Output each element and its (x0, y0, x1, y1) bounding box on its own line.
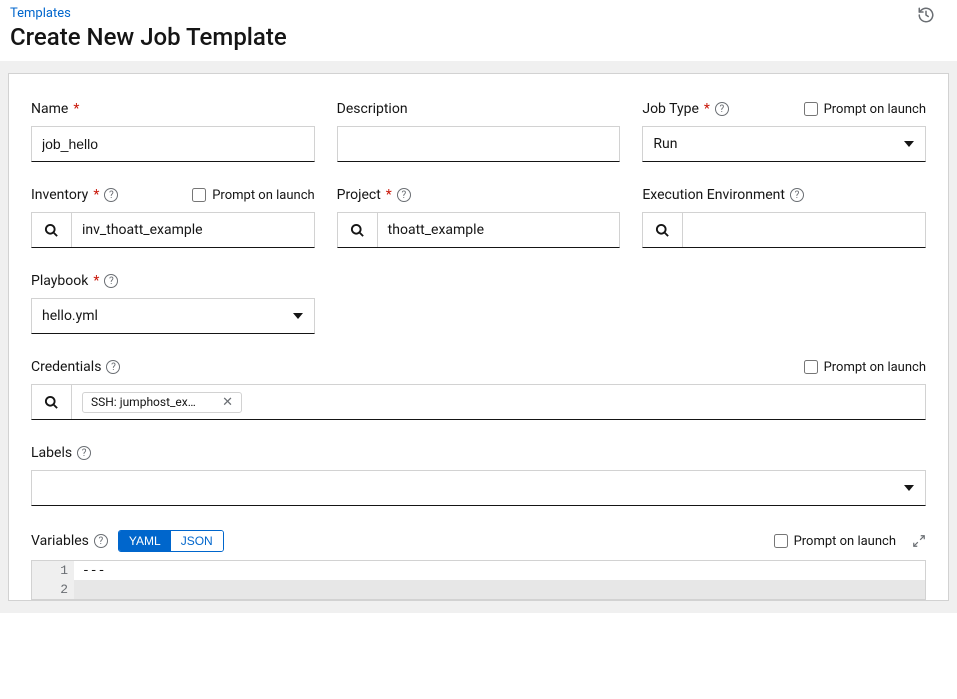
variables-label: Variables (31, 533, 89, 549)
credential-chip: SSH: jumphost_exam... ✕ (82, 392, 242, 413)
expand-icon[interactable] (912, 534, 926, 548)
exec-env-value (683, 213, 925, 247)
gutter-line-2: 2 (32, 580, 74, 599)
project-lookup-button[interactable] (338, 213, 378, 247)
help-icon[interactable]: ? (106, 360, 120, 374)
inventory-prompt-label: Prompt on launch (212, 188, 314, 203)
description-input[interactable] (337, 126, 621, 162)
inventory-label: Inventory (31, 187, 88, 203)
breadcrumb-templates[interactable]: Templates (10, 6, 947, 21)
variables-editor[interactable]: 1 --- 2 (31, 560, 926, 600)
job-type-prompt-checkbox[interactable] (804, 102, 818, 116)
labels-select[interactable] (31, 470, 926, 506)
project-label: Project (337, 187, 381, 203)
json-toggle-button[interactable]: JSON (171, 531, 223, 551)
name-label: Name (31, 101, 68, 117)
help-icon[interactable]: ? (94, 534, 108, 548)
required-asterisk: * (704, 101, 710, 117)
variables-format-toggle: YAML JSON (118, 530, 224, 552)
exec-env-label: Execution Environment (642, 187, 785, 203)
credentials-prompt-checkbox[interactable] (804, 360, 818, 374)
required-asterisk: * (73, 101, 79, 117)
credentials-lookup-button[interactable] (32, 385, 72, 419)
exec-env-lookup-button[interactable] (643, 213, 683, 247)
credential-chip-text: SSH: jumphost_exam... (91, 395, 198, 409)
history-icon[interactable] (917, 6, 935, 24)
labels-label: Labels (31, 445, 72, 461)
page-title: Create New Job Template (10, 23, 947, 51)
variables-prompt-label: Prompt on launch (794, 534, 896, 549)
credential-chip-remove[interactable]: ✕ (222, 395, 233, 410)
job-type-select[interactable]: Run (642, 126, 926, 162)
help-icon[interactable]: ? (397, 188, 411, 202)
caret-down-icon (904, 485, 914, 491)
help-icon[interactable]: ? (790, 188, 804, 202)
name-input[interactable] (31, 126, 315, 162)
required-asterisk: * (93, 273, 99, 289)
playbook-select[interactable]: hello.yml (31, 298, 315, 334)
playbook-selected: hello.yml (42, 308, 98, 324)
job-type-selected: Run (653, 136, 677, 152)
inventory-lookup-button[interactable] (32, 213, 72, 247)
help-icon[interactable]: ? (104, 188, 118, 202)
required-asterisk: * (386, 187, 392, 203)
required-asterisk: * (93, 187, 99, 203)
yaml-toggle-button[interactable]: YAML (119, 531, 171, 551)
help-icon[interactable]: ? (104, 274, 118, 288)
help-icon[interactable]: ? (715, 102, 729, 116)
credentials-prompt-label: Prompt on launch (824, 360, 926, 375)
project-value: thoatt_example (378, 213, 620, 247)
inventory-prompt-checkbox[interactable] (192, 188, 206, 202)
credentials-label: Credentials (31, 359, 101, 375)
inventory-value: inv_thoatt_example (72, 213, 314, 247)
variables-prompt-checkbox[interactable] (774, 534, 788, 548)
description-label: Description (337, 101, 408, 117)
job-type-prompt-label: Prompt on launch (824, 102, 926, 117)
job-type-label: Job Type (642, 101, 699, 117)
help-icon[interactable]: ? (77, 446, 91, 460)
code-line-1: --- (74, 561, 925, 580)
gutter-line-1: 1 (32, 561, 74, 580)
code-line-2 (74, 580, 925, 599)
playbook-label: Playbook (31, 273, 88, 289)
